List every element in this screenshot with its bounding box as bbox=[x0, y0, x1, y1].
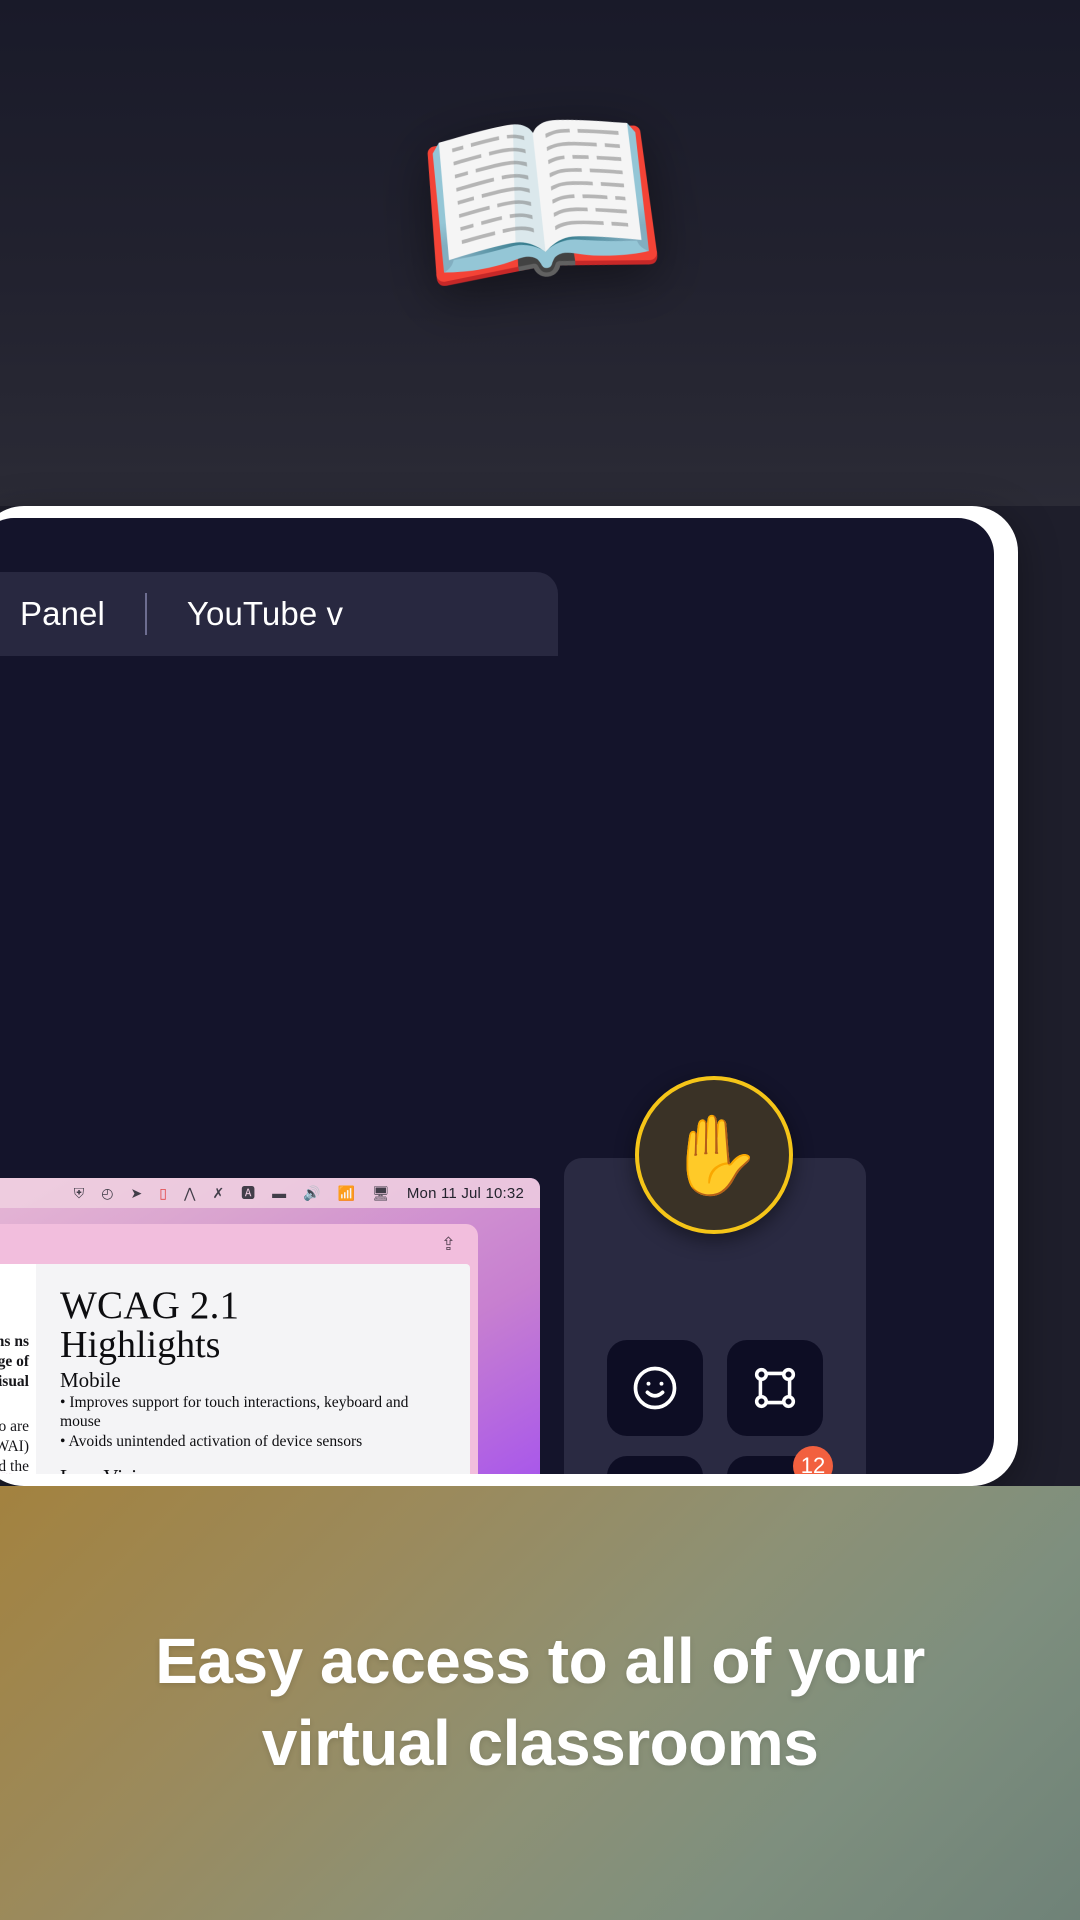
tab-youtube-video[interactable]: YouTube v bbox=[147, 595, 383, 633]
document-toolbar: ⇪ bbox=[0, 1224, 478, 1264]
document-title-line-2: Highlights bbox=[60, 1323, 221, 1366]
left-col-paragraph: ty experts who are Initiative (WAI) niza… bbox=[0, 1418, 29, 1474]
section-heading-mobile: Mobile bbox=[60, 1367, 121, 1392]
raise-hand-button[interactable]: ✋ bbox=[635, 1076, 793, 1234]
menubar-clock: Mon 11 Jul 10:32 bbox=[406, 1184, 524, 1202]
battery-icon: ▬ bbox=[272, 1185, 287, 1201]
wifi-icon: 📶 bbox=[337, 1185, 356, 1201]
smiley-face-icon bbox=[633, 1366, 677, 1410]
caption-line-1: Easy access to all of your bbox=[155, 1625, 925, 1698]
display-icon: 🖥 bbox=[372, 1185, 390, 1201]
bluetooth-off-icon: ✗ bbox=[212, 1185, 225, 1201]
raised-hand-emoji: ✋ bbox=[665, 1111, 763, 1199]
bullet-item: • Improves support for touch interaction… bbox=[60, 1394, 409, 1431]
chat-button[interactable]: 12 bbox=[727, 1446, 833, 1474]
reactions-button[interactable] bbox=[607, 1340, 703, 1436]
hero-section: 📖 bbox=[0, 0, 1080, 506]
document-left-column: l specifications ns on desktop nge of an… bbox=[0, 1264, 36, 1474]
screen-share-area[interactable]: ⛨ ◴ ➤ ▯ ⋀ ✗ 🅰 ▬ 🔊 📶 🖥 Mon 11 Jul 10:32 ⇪… bbox=[0, 1178, 540, 1474]
document-page: l specifications ns on desktop nge of an… bbox=[0, 1264, 470, 1474]
caption-section: Easy access to all of your virtual class… bbox=[0, 1486, 1080, 1920]
caption-line-2: virtual classrooms bbox=[261, 1707, 819, 1779]
mac-menu-bar: ⛨ ◴ ➤ ▯ ⋀ ✗ 🅰 ▬ 🔊 📶 🖥 Mon 11 Jul 10:32 bbox=[0, 1178, 540, 1208]
telegram-icon: ➤ bbox=[130, 1185, 143, 1201]
stats-icon: ⋀ bbox=[183, 1185, 196, 1201]
questions-button[interactable]: ? bbox=[607, 1456, 703, 1474]
app-window: Panel YouTube v ⛨ ◴ ➤ ▯ ⋀ ✗ 🅰 ▬ 🔊 📶 🖥 Mo… bbox=[0, 518, 994, 1474]
shield-icon: ⛨ bbox=[73, 1185, 85, 1201]
open-book-emoji: 📖 bbox=[404, 75, 676, 324]
section-heading-low-vision: Low Vision bbox=[60, 1465, 448, 1474]
document-body: WCAG 2.1 Highlights Mobile • Improves su… bbox=[36, 1264, 470, 1474]
volume-icon: 🔊 bbox=[303, 1185, 321, 1201]
left-col-paragraph: l specifications ns on desktop nge of an… bbox=[0, 1333, 29, 1390]
keyboard-input-icon: 🅰 bbox=[241, 1185, 256, 1201]
shared-document-window: ⇪ l specifications ns on desktop nge of … bbox=[0, 1224, 478, 1474]
bullet-item: • Avoids unintended activation of device… bbox=[60, 1433, 363, 1451]
breakout-rooms-button[interactable] bbox=[727, 1340, 823, 1436]
tab-panel[interactable]: Panel bbox=[0, 595, 145, 633]
tab-bar: Panel YouTube v bbox=[0, 572, 558, 656]
antivirus-icon: ▯ bbox=[159, 1185, 167, 1201]
breakout-rooms-icon bbox=[754, 1367, 796, 1409]
control-button-grid: ? 12 bbox=[564, 1340, 866, 1474]
search-clock-icon: ◴ bbox=[101, 1185, 114, 1201]
section-bullets-mobile: • Improves support for touch interaction… bbox=[60, 1393, 448, 1451]
share-icon[interactable]: ⇪ bbox=[441, 1234, 456, 1255]
chat-unread-badge: 12 bbox=[793, 1446, 833, 1474]
document-title-line-1: WCAG 2.1 bbox=[60, 1284, 240, 1327]
